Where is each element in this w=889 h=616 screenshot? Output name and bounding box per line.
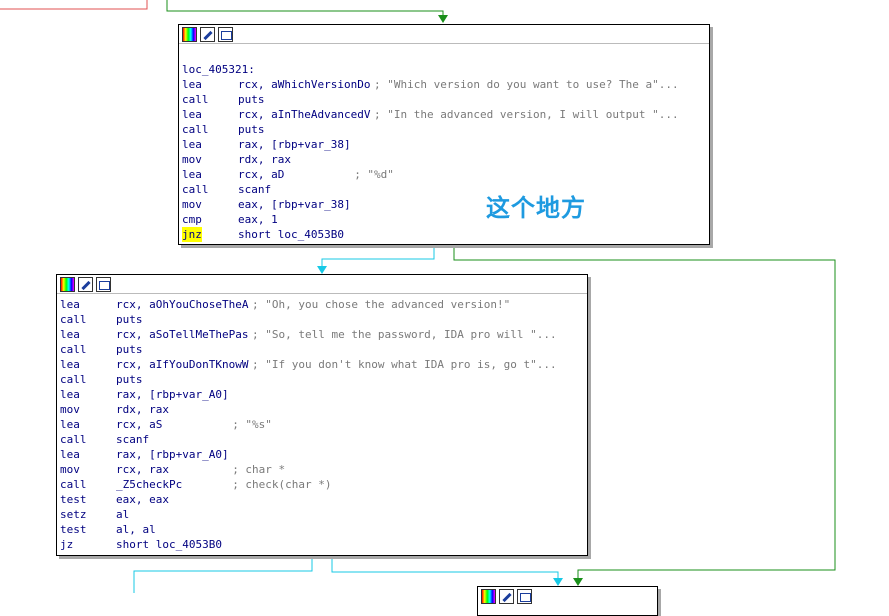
color-palette-icon[interactable] xyxy=(60,276,75,292)
edge-green-in-arrowhead xyxy=(438,15,448,23)
color-palette-icon[interactable] xyxy=(182,26,197,42)
graph-node-loc-4053b0[interactable] xyxy=(477,586,658,616)
comment: ; "So, tell me the password, IDA pro wil… xyxy=(252,328,557,341)
operands: rcx, aOhYouChoseTheA xyxy=(116,298,249,311)
mnemonic: call xyxy=(60,478,87,491)
header-divider xyxy=(57,293,587,294)
operands: short loc_4053B0 xyxy=(238,228,344,241)
mnemonic: lea xyxy=(182,168,202,181)
comment: ; "If you don't know what IDA pro is, go… xyxy=(252,358,557,371)
mnemonic: jnz xyxy=(182,227,202,242)
graph-node-loc-405321[interactable]: loc_405321: lea rcx, aWhichVersionDo; "Wh… xyxy=(178,24,710,245)
mnemonic: lea xyxy=(182,108,202,121)
operands: rcx, aD xyxy=(238,168,285,181)
mnemonic: lea xyxy=(60,358,80,371)
mnemonic: call xyxy=(60,433,87,446)
operands: eax, eax xyxy=(116,493,169,506)
comment: ; "Oh, you chose the advanced version!" xyxy=(252,298,511,311)
header-divider xyxy=(179,43,709,44)
operands: _Z5checkPc xyxy=(116,478,183,491)
operands: rdx, rax xyxy=(238,153,291,166)
operands: rcx, aWhichVersionDo xyxy=(238,78,371,91)
operands: puts xyxy=(116,313,143,326)
operands: puts xyxy=(238,123,265,136)
mnemonic: mov xyxy=(182,153,202,166)
node-header xyxy=(478,587,657,605)
operands: rcx, aInTheAdvancedV xyxy=(238,108,371,121)
operands: rax, [rbp+var_A0] xyxy=(116,388,229,401)
operands: puts xyxy=(116,373,143,386)
operands: puts xyxy=(238,93,265,106)
node-header xyxy=(179,25,709,43)
comment: ; "Which version do you want to use? The… xyxy=(374,78,679,91)
operands: eax, [rbp+var_38] xyxy=(238,198,351,211)
mnemonic: mov xyxy=(182,198,202,211)
operands: short loc_4053B0 xyxy=(116,538,222,551)
mnemonic: lea xyxy=(60,448,80,461)
mnemonic: lea xyxy=(182,78,202,91)
mnemonic: call xyxy=(60,343,87,356)
comment: ; check(char *) xyxy=(232,478,332,491)
annotation-text: 这个地方 xyxy=(486,194,586,222)
mnemonic: call xyxy=(60,313,87,326)
mnemonic: call xyxy=(182,123,209,136)
group-nodes-icon[interactable] xyxy=(517,588,532,604)
mnemonic: mov xyxy=(60,463,80,476)
mnemonic: jz xyxy=(60,538,74,551)
operands: rax, [rbp+var_A0] xyxy=(116,448,229,461)
operands: eax, 1 xyxy=(238,213,278,226)
rename-edit-icon[interactable] xyxy=(499,588,514,604)
graph-node-advanced-version[interactable]: lea rcx, aOhYouChoseTheA; "Oh, you chose … xyxy=(56,274,588,556)
operands: puts xyxy=(116,343,143,356)
node-header xyxy=(57,275,587,293)
edge-cyan-1-arrowhead xyxy=(317,266,327,274)
operands: al xyxy=(116,508,130,521)
operands: rax, [rbp+var_38] xyxy=(238,138,351,151)
mnemonic: test xyxy=(60,493,87,506)
mnemonic: lea xyxy=(60,298,80,311)
mnemonic: lea xyxy=(60,418,80,431)
edge-cyan-1 xyxy=(321,245,435,268)
mnemonic: call xyxy=(182,183,209,196)
color-palette-icon[interactable] xyxy=(481,588,496,604)
comment: ; "%s" xyxy=(232,418,272,431)
operands: al, al xyxy=(116,523,156,536)
mnemonic: test xyxy=(60,523,87,536)
group-nodes-icon[interactable] xyxy=(96,276,111,292)
operands: scanf xyxy=(238,183,272,196)
edge-cyan-3 xyxy=(331,556,559,580)
comment: ; char * xyxy=(232,463,286,476)
operands: rdx, rax xyxy=(116,403,169,416)
mnemonic: lea xyxy=(60,328,80,341)
edge-cyan-2 xyxy=(133,556,313,593)
mnemonic: call xyxy=(60,373,87,386)
comment: ; "In the advanced version, I will outpu… xyxy=(374,108,679,121)
mnemonic: lea xyxy=(60,388,80,401)
operands: rcx, rax xyxy=(116,463,169,476)
mnemonic: mov xyxy=(60,403,80,416)
edge-cyan-3-arrowhead xyxy=(553,578,563,586)
operands: rcx, aIfYouDonTKnowW xyxy=(116,358,249,371)
comment: ; "%d" xyxy=(354,168,394,181)
edge-green-in xyxy=(166,0,444,18)
rename-edit-icon[interactable] xyxy=(78,276,93,292)
mnemonic: lea xyxy=(182,138,202,151)
operands: scanf xyxy=(116,433,150,446)
edge-green-right-arrowhead xyxy=(573,578,583,586)
mnemonic: cmp xyxy=(182,213,202,226)
edge-red xyxy=(0,0,148,10)
node-label[interactable]: loc_405321: xyxy=(182,62,255,77)
rename-edit-icon[interactable] xyxy=(200,26,215,42)
group-nodes-icon[interactable] xyxy=(218,26,233,42)
operands: rcx, aSoTellMeThePas xyxy=(116,328,249,341)
operands: rcx, aS xyxy=(116,418,163,431)
mnemonic: setz xyxy=(60,508,87,521)
mnemonic: call xyxy=(182,93,209,106)
